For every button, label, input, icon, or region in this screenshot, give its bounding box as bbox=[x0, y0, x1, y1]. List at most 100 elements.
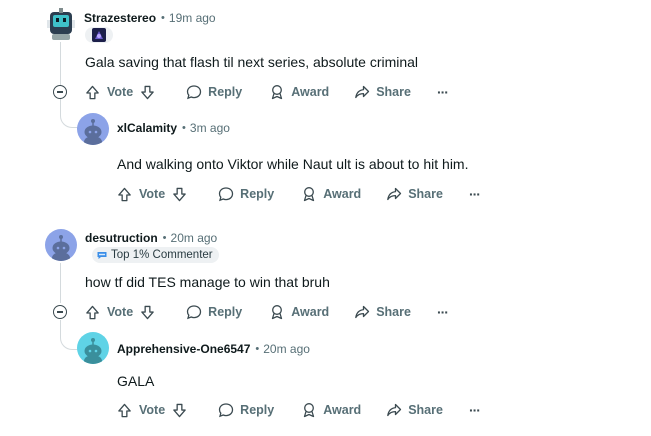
downvote-icon[interactable] bbox=[172, 403, 187, 418]
award-label: Award bbox=[291, 305, 330, 319]
comment-meta: Strazestereo • 19m ago bbox=[84, 9, 216, 27]
comment-actions: Vote Reply Award Share ··· bbox=[117, 398, 481, 422]
thread-line bbox=[60, 263, 61, 303]
vote-group: Vote bbox=[85, 85, 155, 100]
share-icon bbox=[387, 187, 402, 201]
username[interactable]: Strazestereo bbox=[84, 11, 156, 25]
vote-label: Vote bbox=[139, 403, 166, 417]
vote-group: Vote bbox=[117, 187, 187, 202]
reply-button[interactable]: Reply bbox=[186, 84, 242, 100]
reply-label: Reply bbox=[240, 187, 275, 201]
vote-label: Vote bbox=[107, 305, 134, 319]
share-button[interactable]: Share bbox=[354, 304, 411, 320]
comment-actions: Vote Reply Award Share ··· bbox=[117, 182, 481, 206]
comment-meta: desutruction • 20m ago bbox=[85, 229, 217, 247]
comment-thread: Strazestereo • 19m ago Gala saving that … bbox=[0, 0, 651, 436]
comment-body: how tf did TES manage to win that bruh bbox=[85, 274, 330, 290]
snoo-avatar-icon bbox=[84, 338, 102, 364]
award-button[interactable]: Award bbox=[269, 304, 329, 320]
upvote-icon[interactable] bbox=[117, 187, 132, 202]
reply-button[interactable]: Reply bbox=[218, 186, 274, 202]
reply-button[interactable]: Reply bbox=[218, 402, 274, 418]
award-button[interactable]: Award bbox=[301, 402, 361, 418]
flair-label: Top 1% Commenter bbox=[111, 249, 213, 261]
separator: • bbox=[161, 12, 165, 24]
comment-meta: xlCalamity • 3m ago bbox=[117, 119, 230, 137]
timestamp[interactable]: 19m ago bbox=[169, 11, 216, 25]
share-label: Share bbox=[408, 187, 443, 201]
reply-icon bbox=[187, 305, 202, 320]
reply-label: Reply bbox=[240, 403, 275, 417]
comment-body: Gala saving that flash til next series, … bbox=[85, 54, 419, 70]
flair-image-icon bbox=[92, 28, 106, 42]
more-options-icon: ··· bbox=[436, 84, 449, 100]
timestamp[interactable]: 3m ago bbox=[190, 121, 230, 135]
upvote-icon[interactable] bbox=[117, 403, 132, 418]
award-button[interactable]: Award bbox=[269, 84, 329, 100]
avatar[interactable] bbox=[47, 6, 75, 42]
more-options-button[interactable]: ··· bbox=[436, 84, 449, 100]
robot-avatar-icon bbox=[47, 8, 75, 40]
share-icon bbox=[355, 85, 370, 99]
vote-label: Vote bbox=[107, 85, 134, 99]
snoo-avatar-icon bbox=[52, 235, 70, 261]
reply-label: Reply bbox=[208, 85, 243, 99]
downvote-icon[interactable] bbox=[140, 305, 155, 320]
reply-label: Reply bbox=[208, 305, 243, 319]
share-label: Share bbox=[408, 403, 443, 417]
timestamp[interactable]: 20m ago bbox=[263, 342, 310, 356]
share-button[interactable]: Share bbox=[386, 402, 443, 418]
more-options-button[interactable]: ··· bbox=[468, 186, 481, 202]
share-icon bbox=[387, 403, 402, 417]
comment-actions: Vote Reply Award Share ··· bbox=[85, 80, 449, 104]
avatar[interactable] bbox=[77, 113, 109, 145]
award-icon bbox=[272, 85, 283, 100]
thread-line bbox=[60, 42, 61, 90]
reply-icon bbox=[187, 85, 202, 100]
downvote-icon[interactable] bbox=[172, 187, 187, 202]
username[interactable]: desutruction bbox=[85, 231, 158, 245]
vote-label: Vote bbox=[139, 187, 166, 201]
share-button[interactable]: Share bbox=[354, 84, 411, 100]
award-button[interactable]: Award bbox=[301, 186, 361, 202]
award-label: Award bbox=[291, 85, 330, 99]
vote-group: Vote bbox=[85, 305, 155, 320]
collapse-thread-button[interactable] bbox=[53, 85, 67, 99]
share-icon bbox=[355, 305, 370, 319]
award-icon bbox=[304, 403, 315, 418]
reply-icon bbox=[219, 187, 234, 202]
username[interactable]: Apprehensive-One6547 bbox=[117, 342, 250, 356]
comment-body: GALA bbox=[117, 373, 155, 389]
comment-body: And walking onto Viktor while Naut ult i… bbox=[117, 156, 469, 172]
more-options-icon: ··· bbox=[468, 186, 481, 202]
reply-button[interactable]: Reply bbox=[186, 304, 242, 320]
downvote-icon[interactable] bbox=[140, 85, 155, 100]
share-label: Share bbox=[376, 85, 411, 99]
upvote-icon[interactable] bbox=[85, 305, 100, 320]
award-icon bbox=[272, 305, 283, 320]
separator: • bbox=[162, 232, 167, 244]
award-label: Award bbox=[323, 187, 362, 201]
commenter-badge-icon bbox=[97, 252, 107, 259]
username[interactable]: xlCalamity bbox=[117, 121, 177, 135]
avatar[interactable] bbox=[45, 229, 77, 261]
collapse-thread-button[interactable] bbox=[53, 305, 67, 319]
user-flair bbox=[85, 27, 113, 43]
user-flair: Top 1% Commenter bbox=[92, 247, 219, 263]
comment-meta: Apprehensive-One6547 • 20m ago bbox=[117, 340, 310, 358]
separator: • bbox=[255, 343, 260, 355]
more-options-button[interactable]: ··· bbox=[468, 402, 481, 418]
upvote-icon[interactable] bbox=[85, 85, 100, 100]
comment-actions: Vote Reply Award Share ··· bbox=[85, 300, 449, 324]
separator: • bbox=[182, 122, 186, 134]
snoo-avatar-icon bbox=[84, 119, 102, 145]
more-options-icon: ··· bbox=[436, 304, 449, 320]
reply-icon bbox=[219, 403, 234, 418]
more-options-button[interactable]: ··· bbox=[436, 304, 449, 320]
more-options-icon: ··· bbox=[468, 402, 481, 418]
avatar[interactable] bbox=[77, 332, 109, 364]
award-icon bbox=[304, 187, 315, 202]
timestamp[interactable]: 20m ago bbox=[171, 231, 218, 245]
share-button[interactable]: Share bbox=[386, 186, 443, 202]
vote-group: Vote bbox=[117, 403, 187, 418]
